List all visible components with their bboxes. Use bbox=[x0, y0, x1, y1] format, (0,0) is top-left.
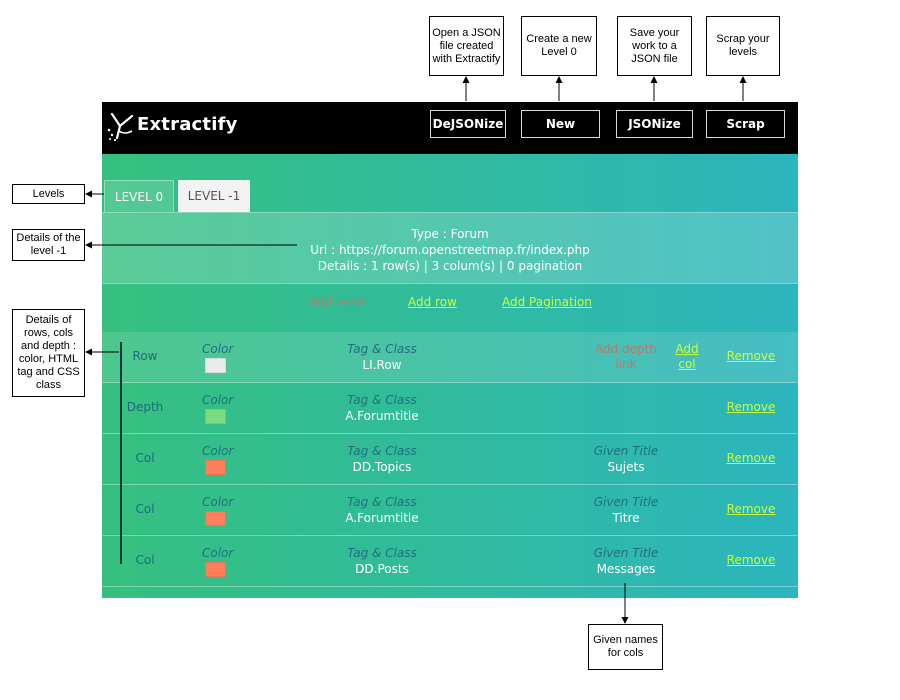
app-window: Extractify DeJSONize New JSONize Scrap L… bbox=[102, 102, 798, 598]
level-url: Url : https://forum.openstreetmap.fr/ind… bbox=[310, 243, 590, 257]
rows-bracket-line bbox=[120, 342, 122, 564]
top-bar: Extractify DeJSONize New JSONize Scrap bbox=[102, 102, 798, 154]
given-title-value[interactable]: Sujets bbox=[576, 460, 676, 474]
new-button[interactable]: New bbox=[521, 110, 600, 138]
table-row: Row Color Tag & Class LI.Row Add depth l… bbox=[102, 332, 798, 383]
add-pagination-link[interactable]: Add Pagination bbox=[502, 295, 592, 309]
callout-new: Create a new Level 0 bbox=[521, 16, 597, 76]
row-kind-label: Col bbox=[135, 553, 155, 567]
color-caption: Color bbox=[202, 495, 234, 509]
callout-jsonize: Save your work to a JSON file bbox=[617, 16, 692, 76]
level-actions: Add level Add row Add Pagination bbox=[102, 284, 798, 332]
brand-name: Extractify bbox=[137, 114, 238, 135]
given-title-caption: Given Title bbox=[593, 495, 659, 509]
tag-class-value[interactable]: DD.Posts bbox=[302, 562, 462, 576]
callout-details: Details of the level -1 bbox=[12, 229, 85, 261]
main-panel: LEVEL 0 LEVEL -1 Type : Forum Url : http… bbox=[102, 154, 798, 598]
table-row: Col Color Tag & Class DD.Topics Given Ti… bbox=[102, 434, 798, 485]
row-kind-label: Col bbox=[135, 451, 155, 465]
color-swatch[interactable] bbox=[205, 358, 226, 373]
jsonize-button[interactable]: JSONize bbox=[616, 110, 693, 138]
color-caption: Color bbox=[202, 444, 234, 458]
given-title-caption: Given Title bbox=[593, 546, 659, 560]
tag-class-caption: Tag & Class bbox=[347, 444, 417, 458]
table-row: Depth Color Tag & Class A.Forumtitle Rem… bbox=[102, 383, 798, 434]
tag-class-caption: Tag & Class bbox=[347, 342, 417, 356]
color-caption: Color bbox=[202, 342, 234, 356]
row-kind-label: Row bbox=[132, 349, 158, 363]
add-level-link[interactable]: Add level bbox=[309, 295, 365, 309]
tag-class-caption: Tag & Class bbox=[347, 495, 417, 509]
given-title-value[interactable]: Messages bbox=[576, 562, 676, 576]
given-title-value[interactable]: Titre bbox=[576, 511, 676, 525]
tab-level-minus-1[interactable]: LEVEL -1 bbox=[178, 180, 250, 212]
tag-class-value[interactable]: A.Forumtitle bbox=[302, 511, 462, 525]
color-caption: Color bbox=[202, 393, 234, 407]
remove-link[interactable]: Remove bbox=[726, 502, 776, 516]
add-col-link[interactable]: Add col bbox=[672, 342, 702, 372]
table-row: Col Color Tag & Class A.Forumtitle Given… bbox=[102, 485, 798, 536]
callout-scrap: Scrap your levels bbox=[706, 16, 780, 76]
remove-link[interactable]: Remove bbox=[726, 451, 776, 465]
remove-link[interactable]: Remove bbox=[726, 349, 776, 363]
tag-class-value[interactable]: DD.Topics bbox=[302, 460, 462, 474]
color-caption: Color bbox=[202, 546, 234, 560]
tag-class-value[interactable]: A.Forumtitle bbox=[302, 409, 462, 423]
color-swatch[interactable] bbox=[205, 460, 226, 475]
extractify-logo-icon bbox=[107, 112, 134, 142]
level-type: Type : Forum bbox=[411, 227, 489, 241]
callout-given-names: Given names for cols bbox=[588, 624, 663, 670]
color-swatch[interactable] bbox=[205, 562, 226, 577]
tag-class-caption: Tag & Class bbox=[347, 546, 417, 560]
row-kind-label: Depth bbox=[126, 400, 164, 414]
given-title-caption: Given Title bbox=[593, 444, 659, 458]
tab-level-0[interactable]: LEVEL 0 bbox=[104, 180, 174, 212]
dejsonize-button[interactable]: DeJSONize bbox=[430, 110, 506, 138]
remove-link[interactable]: Remove bbox=[726, 553, 776, 567]
callout-dejsonize: Open a JSON file created with Extractify bbox=[429, 16, 504, 76]
color-swatch[interactable] bbox=[205, 511, 226, 526]
add-row-link[interactable]: Add row bbox=[408, 295, 457, 309]
add-depth-link[interactable]: Add depth link bbox=[591, 342, 661, 372]
scrap-button[interactable]: Scrap bbox=[706, 110, 785, 138]
table-row: Col Color Tag & Class DD.Posts Given Tit… bbox=[102, 536, 798, 587]
tag-class-value[interactable]: LI.Row bbox=[302, 358, 462, 372]
callout-rows: Details of rows, cols and depth : color,… bbox=[12, 309, 85, 397]
color-swatch[interactable] bbox=[205, 409, 226, 424]
row-kind-label: Col bbox=[135, 502, 155, 516]
remove-link[interactable]: Remove bbox=[726, 400, 776, 414]
callout-levels: Levels bbox=[12, 184, 85, 204]
level-details: Type : Forum Url : https://forum.openstr… bbox=[102, 212, 798, 284]
tag-class-caption: Tag & Class bbox=[347, 393, 417, 407]
level-summary: Details : 1 row(s) | 3 colum(s) | 0 pagi… bbox=[317, 259, 583, 273]
